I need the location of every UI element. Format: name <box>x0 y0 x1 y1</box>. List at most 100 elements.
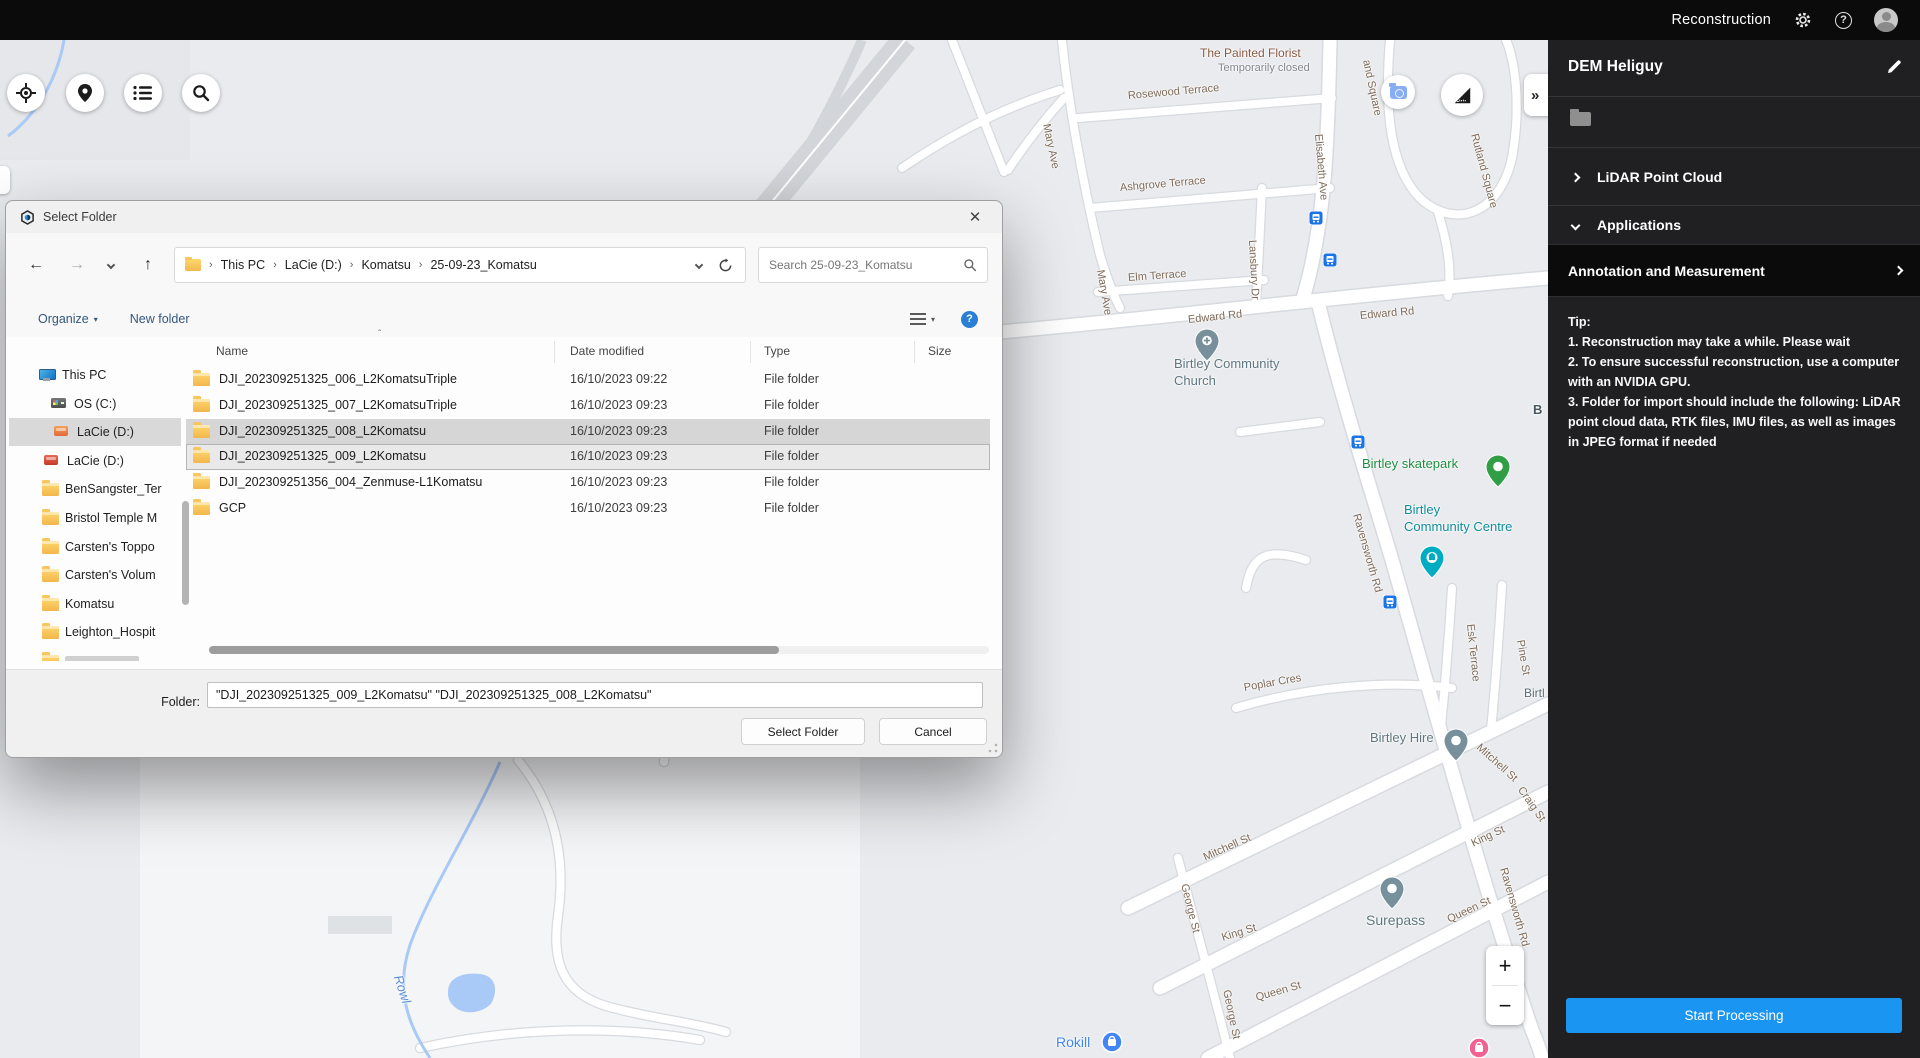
tree-item[interactable]: OS (C:) <box>9 390 181 418</box>
zoom-out-button[interactable]: − <box>1486 986 1524 1025</box>
chevron-right-icon <box>1893 265 1904 276</box>
tree-item[interactable] <box>9 647 181 661</box>
search-value: Search 25-09-23_Komatsu <box>769 258 913 272</box>
organize-label: Organize <box>38 312 89 326</box>
file-date: 16/10/2023 09:22 <box>570 372 668 386</box>
collapse-panel-button[interactable]: » <box>1524 74 1548 116</box>
file-name: GCP <box>219 501 247 515</box>
refresh-icon[interactable] <box>718 257 733 273</box>
lidar-point-cloud-section[interactable]: LiDAR Point Cloud <box>1548 152 1920 202</box>
organize-menu[interactable]: Organize ▾ <box>38 312 98 326</box>
file-row[interactable]: DJI_202309251356_004_Zenmuse-L1Komatsu 16… <box>186 470 990 496</box>
transit-icon[interactable] <box>1382 594 1398 614</box>
map-label: Community Centre <box>1404 519 1513 534</box>
folder-icon <box>193 473 210 490</box>
resize-grip[interactable] <box>988 743 998 753</box>
file-row[interactable]: DJI_202309251325_006_L2KomatsuTriple 16/1… <box>186 367 990 393</box>
cancel-button[interactable]: Cancel <box>879 718 987 745</box>
map-label: Church <box>1174 373 1216 388</box>
layers-list-button[interactable] <box>124 74 162 112</box>
tree-item[interactable]: Bristol Temple M <box>9 504 181 532</box>
map-label: Birtley Community <box>1174 356 1280 371</box>
file-name: DJI_202309251325_009_L2Komatsu <box>219 449 427 464</box>
tree-item[interactable]: This PC <box>9 361 181 389</box>
breadcrumb-item[interactable]: Komatsu <box>361 258 410 272</box>
breadcrumb-item[interactable]: LaCie (D:) <box>285 258 342 272</box>
transit-icon[interactable] <box>1308 210 1324 230</box>
zoom-in-button[interactable]: + <box>1486 946 1524 985</box>
transit-icon[interactable] <box>1350 434 1366 454</box>
dialog-help-icon[interactable]: ? <box>961 310 978 328</box>
map-label: Birtley <box>1404 502 1441 517</box>
new-folder-button[interactable]: New folder <box>130 312 190 326</box>
close-icon[interactable]: ✕ <box>956 203 994 231</box>
column-header-name[interactable]: Name <box>216 344 248 358</box>
annotation-measurement-section[interactable]: Annotation and Measurement <box>1548 244 1920 297</box>
hotel-poi[interactable] <box>1468 1037 1490 1058</box>
breadcrumb-separator: › <box>209 259 213 271</box>
column-separator <box>750 341 751 363</box>
edit-pencil-icon[interactable] <box>1886 58 1904 76</box>
select-folder-button[interactable]: Select Folder <box>741 718 865 745</box>
surepass-pin[interactable] <box>1379 875 1405 915</box>
back-icon[interactable]: ← <box>22 247 50 283</box>
start-processing-button[interactable]: Start Processing <box>1566 998 1902 1033</box>
pc-icon <box>39 369 56 381</box>
dialog-title: Select Folder <box>43 210 117 224</box>
address-bar[interactable]: › This PC › LaCie (D:) › Komatsu › 25-09-23_Kom… <box>174 247 746 283</box>
folder-name-input[interactable]: "DJI_202309251325_009_L2Komatsu" "DJI_20… <box>207 682 983 708</box>
tree-item[interactable]: Komatsu <box>9 590 181 618</box>
settings-gear-icon[interactable] <box>1793 10 1813 30</box>
project-folder-icon[interactable] <box>1570 109 1591 126</box>
column-header-type[interactable]: Type <box>764 344 790 358</box>
edge-tab[interactable] <box>0 166 10 194</box>
measure-button[interactable] <box>1441 74 1483 116</box>
column-header-date-modified[interactable]: Date modified <box>570 344 644 358</box>
folder-field-label: Folder: <box>161 695 200 709</box>
address-dropdown-icon[interactable] <box>694 260 704 270</box>
breadcrumb-item[interactable]: 25-09-23_Komatsu <box>430 258 536 272</box>
rokill-poi[interactable] <box>1101 1031 1123 1058</box>
file-row[interactable]: GCP 16/10/2023 09:23 File folder <box>186 496 990 522</box>
locate-button[interactable] <box>7 74 45 112</box>
horizontal-scrollbar[interactable] <box>209 646 989 654</box>
search-input[interactable]: Search 25-09-23_Komatsu <box>758 247 988 283</box>
camera-photos-button[interactable] <box>1381 75 1415 109</box>
help-icon[interactable]: ? <box>1835 11 1852 29</box>
transit-icon[interactable] <box>1322 252 1338 272</box>
tree-item[interactable]: Carsten's Toppo <box>9 533 181 561</box>
tree-item[interactable]: BenSangster_Ter <box>9 475 181 503</box>
breadcrumb-separator: › <box>418 259 423 271</box>
history-chevron-icon[interactable] <box>101 247 121 283</box>
folder-icon <box>185 256 201 271</box>
file-row[interactable]: DJI_202309251325_008_L2Komatsu 16/10/2023… <box>186 418 990 445</box>
views-button[interactable]: ▾ <box>909 313 935 325</box>
column-header-size[interactable]: Size <box>928 344 951 358</box>
dialog-titlebar[interactable]: Select Folder <box>6 201 1002 233</box>
app-icon <box>21 209 34 225</box>
applications-section[interactable]: Applications <box>1548 200 1920 250</box>
skatepark-pin[interactable] <box>1485 453 1511 493</box>
views-icon <box>909 313 926 325</box>
file-row[interactable]: DJI_202309251325_007_L2KomatsuTriple 16/1… <box>186 393 990 419</box>
breadcrumb-item[interactable]: This PC <box>221 258 265 272</box>
page-title: Reconstruction <box>1671 12 1771 28</box>
tree-item[interactable]: Leighton_Hospit <box>9 618 181 646</box>
folder-icon <box>193 395 210 412</box>
marker-button[interactable] <box>66 74 104 112</box>
tip-line: 2. To ensure successful reconstruction, … <box>1568 355 1900 389</box>
user-avatar[interactable] <box>1874 8 1898 32</box>
tree-item[interactable]: LaCie (D:) <box>9 418 181 447</box>
up-icon[interactable]: ↑ <box>134 247 162 283</box>
folder-icon <box>42 623 59 640</box>
file-row[interactable]: DJI_202309251325_009_L2Komatsu 16/10/2023… <box>186 444 990 471</box>
tree-item[interactable]: LaCie (D:) <box>9 447 181 475</box>
forward-icon[interactable]: → <box>63 247 91 283</box>
church-pin[interactable] <box>1194 327 1220 367</box>
community-centre-pin[interactable] <box>1419 544 1445 584</box>
search-button[interactable] <box>182 74 220 112</box>
folder-icon <box>193 370 210 386</box>
birtley-hire-pin[interactable] <box>1443 727 1469 767</box>
tree-item[interactable]: Carsten's Volum <box>9 561 181 589</box>
right-panel: DEM Heliguy LiDAR Point Cloud Applicatio… <box>1548 40 1920 1058</box>
